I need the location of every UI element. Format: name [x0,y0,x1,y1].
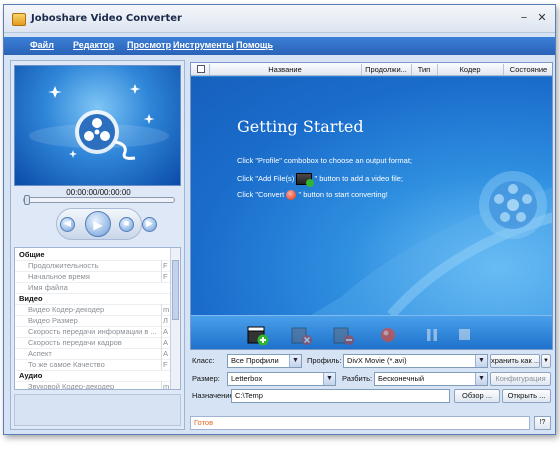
property-row[interactable]: Начальное время F [15,271,171,282]
instruction-convert: Click "Convert " button to start convert… [237,190,388,201]
add-file-icon [296,173,315,187]
play-icon: ▶ [93,218,103,232]
save-as-dropdown[interactable]: ▼ [541,354,551,368]
group-video[interactable]: Видео [19,293,149,304]
class-select[interactable]: Все Профили ▼ [227,354,302,368]
scrollbar-thumb[interactable] [172,260,179,320]
size-select[interactable]: Letterbox ▼ [227,372,336,386]
col-name[interactable]: Название [210,65,360,74]
chevron-down-icon: ▼ [323,373,335,385]
previous-button[interactable]: ◀ [60,217,75,232]
split-select[interactable]: Бесконечный ▼ [374,372,488,386]
group-audio[interactable]: Аудио [19,370,149,381]
col-type[interactable]: Тип [412,65,436,74]
next-icon: ▶ [146,218,153,228]
properties-grid: Общие Продолжительность F Начальное время… [14,247,181,390]
minimize-button[interactable]: − [517,11,531,25]
browse-button[interactable]: Обзор ... [454,389,500,403]
class-label: Класс: [192,356,215,365]
property-row[interactable]: Звуковой Кодер-декодер m [15,381,171,389]
col-duration[interactable]: Продолжи... [362,65,410,74]
property-row[interactable]: Имя файла [15,282,171,293]
save-as-button[interactable]: хранить как ... [490,354,540,368]
properties-scrollbar[interactable] [170,248,180,389]
destination-label: Назначение [192,391,234,400]
add-file-button[interactable] [247,324,269,346]
previous-icon: ◀ [64,218,71,228]
output-settings: Класс: Все Профили ▼ Профиль: DivX Movie … [190,353,553,435]
size-label: Размер: [192,374,220,383]
property-row[interactable]: То же самое Качество F [15,359,171,370]
next-button[interactable]: ▶ [142,217,157,232]
getting-started-area: Getting Started Click "Profile" combobox… [191,77,552,315]
instruction-add-file: Click "Add File(s) " button to add a vid… [237,173,403,187]
configuration-button[interactable]: Конфигурация [490,372,551,386]
stop-icon: ■ [123,218,130,228]
menu-view[interactable]: Просмотр [127,40,171,50]
title-bar: Joboshare Video Converter − ✕ [4,5,555,33]
col-codec[interactable]: Кодер [438,65,502,74]
file-list-header: Название Продолжи... Тип Кодер Состояние [191,63,552,76]
close-button[interactable]: ✕ [535,11,549,25]
status-bar: Готов [190,416,530,430]
playback-time: 00:00:00/00:00:00 [66,188,131,197]
help-button[interactable]: !? [534,416,551,430]
menu-bar: Файл Редактор Просмотр Инструменты Помощ… [4,37,555,55]
col-status[interactable]: Состояние [504,65,552,74]
profile-select[interactable]: DivX Movie (*.avi) ▼ [343,354,488,368]
chevron-down-icon: ▼ [475,355,487,367]
instruction-profile: Click "Profile" combobox to choose an ou… [237,156,412,165]
seek-bar[interactable] [23,197,175,203]
convert-icon [286,190,297,201]
app-logo-icon [12,13,26,26]
menu-file[interactable]: Файл [30,40,54,50]
open-folder-button[interactable]: Открыть ... [502,389,551,403]
chevron-down-icon: ▼ [475,373,487,385]
destination-input[interactable]: C:\Temp [231,389,450,403]
app-window: Joboshare Video Converter − ✕ Файл Редак… [3,4,556,435]
menu-help[interactable]: Помощь [236,40,273,50]
menu-tools[interactable]: Инструменты [173,40,234,50]
left-bottom-panel [14,394,181,426]
action-toolbar [191,315,552,349]
clear-list-button[interactable] [333,324,355,346]
left-panel: 00:00:00/00:00:00 ◀ ▶ ■ ▶ Общие Продолжи… [10,60,185,430]
file-list-panel: Название Продолжи... Тип Кодер Состояние [190,62,553,350]
property-row[interactable]: Аспект A [15,348,171,359]
property-row[interactable]: Скорость передачи кадров A [15,337,171,348]
profile-label: Профиль: [307,356,342,365]
select-all-checkbox[interactable] [197,65,205,73]
property-row[interactable]: Продолжительность F [15,260,171,271]
chevron-down-icon: ▼ [289,355,301,367]
stop-button[interactable]: ■ [119,217,134,232]
play-button[interactable]: ▶ [85,211,111,237]
window-title: Joboshare Video Converter [31,13,182,24]
seek-handle[interactable] [24,195,30,205]
group-general[interactable]: Общие [19,249,149,260]
property-row[interactable]: Видео Кодер-декодер m [15,304,171,315]
pause-button[interactable] [421,324,443,346]
property-row[interactable]: Скорость передачи информации в ... A [15,326,171,337]
property-row[interactable]: Видео Размер Л [15,315,171,326]
video-preview [14,65,181,186]
getting-started-title: Getting Started [237,117,364,136]
menu-edit[interactable]: Редактор [73,40,114,50]
convert-button[interactable] [377,324,399,346]
film-reel-logo-icon [29,84,169,160]
stop-convert-button[interactable] [453,324,475,346]
remove-file-button[interactable] [291,324,313,346]
split-label: Разбить: [342,374,373,383]
